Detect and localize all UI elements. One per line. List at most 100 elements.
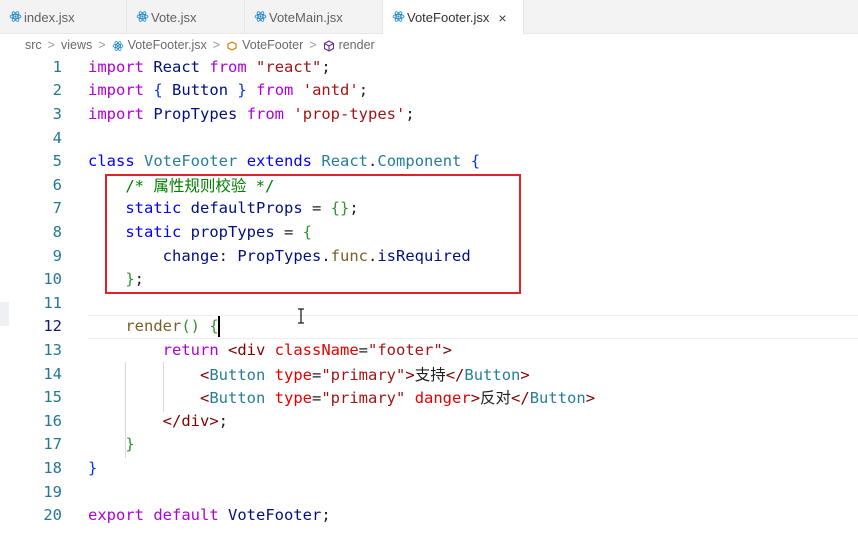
code-token: < — [199, 365, 210, 384]
code-line[interactable]: 20 export default VoteFooter; — [0, 503, 858, 527]
breadcrumb-label: VoteFooter.jsx — [127, 38, 207, 52]
line-number: 7 — [52, 199, 62, 218]
ibeam-cursor-icon — [298, 308, 304, 324]
code-token: type — [274, 389, 312, 408]
breadcrumb-item[interactable]: src — [25, 38, 42, 52]
code-text: } — [88, 459, 97, 477]
code-token: 支持 — [414, 365, 446, 384]
code-token: VoteFooter — [228, 506, 322, 525]
close-icon[interactable]: × — [498, 10, 506, 26]
code-editor[interactable]: 1 import React from "react"; 2 import { But… — [0, 55, 858, 555]
code-line[interactable]: 1 import React from "react"; — [0, 55, 858, 79]
line-number: 10 — [43, 270, 62, 289]
code-line[interactable]: 11 — [0, 291, 858, 315]
breadcrumb-separator: > — [47, 38, 55, 52]
code-token: </div> — [162, 411, 219, 430]
code-token: { — [153, 81, 163, 100]
code-token: ; — [358, 81, 369, 100]
line-number: 11 — [43, 293, 62, 312]
code-token: } — [125, 435, 135, 454]
line-number: 20 — [43, 506, 62, 525]
class-symbol-icon — [227, 41, 237, 51]
breadcrumb-separator: > — [309, 38, 317, 52]
code-token: () — [181, 317, 200, 336]
breadcrumb-item[interactable]: VoteFooter — [226, 38, 303, 52]
code-token: </ — [445, 365, 465, 384]
code-token: 反对 — [480, 389, 512, 408]
code-token: className — [274, 340, 359, 359]
breadcrumb-separator: > — [98, 38, 106, 52]
code-token: React — [321, 152, 369, 171]
breadcrumb-item[interactable]: VoteFooter.jsx — [112, 38, 207, 52]
code-line[interactable]: 17 } — [0, 433, 858, 457]
code-text: return <div className="footer"> — [88, 341, 452, 359]
code-token: Button — [172, 81, 229, 100]
code-line[interactable]: 13 return <div className="footer"> — [0, 338, 858, 362]
code-token: class — [88, 152, 135, 171]
code-line[interactable]: 12 render() { — [0, 315, 858, 339]
code-token: Button — [209, 389, 266, 408]
code-token: PropTypes — [153, 104, 238, 123]
code-line[interactable]: 19 — [0, 480, 858, 504]
line-number: 19 — [43, 482, 62, 501]
line-number: 12 — [43, 317, 62, 336]
tab-vote-jsx[interactable]: Vote.jsx — [127, 0, 245, 34]
code-line[interactable]: 18} — [0, 456, 858, 480]
code-token: ; — [321, 506, 331, 525]
code-token: = — [312, 389, 322, 408]
tab-votemain-jsx[interactable]: VoteMain.jsx — [245, 0, 383, 34]
tab-index-jsx[interactable]: index.jsx — [0, 0, 127, 34]
code-text: class VoteFooter extends React.Component… — [88, 152, 480, 170]
code-token: Button — [209, 365, 266, 384]
code-token: return — [162, 340, 219, 359]
code-text: <Button type="primary" danger>反对</Button… — [88, 386, 595, 408]
highlight-annotation-box — [105, 174, 521, 294]
code-token: ; — [405, 104, 415, 123]
editor-tab-bar: index.jsx Vote.jsx VoteMain.jsx VoteFooter.… — [0, 0, 858, 35]
tab-label: index.jsx — [24, 9, 75, 25]
line-number: 15 — [43, 388, 62, 407]
tab-label: VoteFooter.jsx — [407, 10, 490, 25]
line-number: 8 — [52, 222, 62, 241]
code-line[interactable]: 16 </div>; — [0, 409, 858, 433]
line-number: 4 — [52, 128, 62, 147]
code-token: > — [470, 389, 481, 408]
code-token: VoteFooter — [144, 152, 238, 171]
code-token: <div — [228, 340, 266, 359]
code-token: = — [358, 340, 369, 359]
breadcrumb-item[interactable]: views — [61, 38, 92, 52]
code-token: type — [274, 365, 312, 384]
code-token: import — [88, 57, 144, 76]
code-line[interactable]: 5 class VoteFooter extends React.Componen… — [0, 149, 858, 173]
breadcrumb-item[interactable]: render — [323, 38, 375, 52]
tab-votefooter-jsx[interactable]: VoteFooter.jsx × — [383, 0, 524, 35]
react-icon — [136, 11, 149, 22]
code-line[interactable]: 15 <Button type="primary" danger>反对</But… — [0, 385, 858, 409]
code-line[interactable]: 4 — [0, 126, 858, 150]
code-line[interactable]: 14 <Button type="primary">支持</Button> — [0, 362, 858, 386]
breadcrumb-label: views — [60, 38, 93, 52]
code-token: ; — [321, 57, 331, 76]
react-icon — [112, 40, 123, 51]
line-number: 18 — [43, 458, 62, 477]
line-number: 17 — [43, 435, 62, 454]
code-line[interactable]: 3 import PropTypes from 'prop-types'; — [0, 102, 858, 126]
code-token: Component — [377, 152, 462, 171]
code-line[interactable]: 2 import { Button } from 'antd'; — [0, 79, 858, 103]
code-token: > — [405, 365, 415, 384]
text-cursor — [218, 316, 220, 337]
method-symbol-icon — [323, 40, 334, 52]
